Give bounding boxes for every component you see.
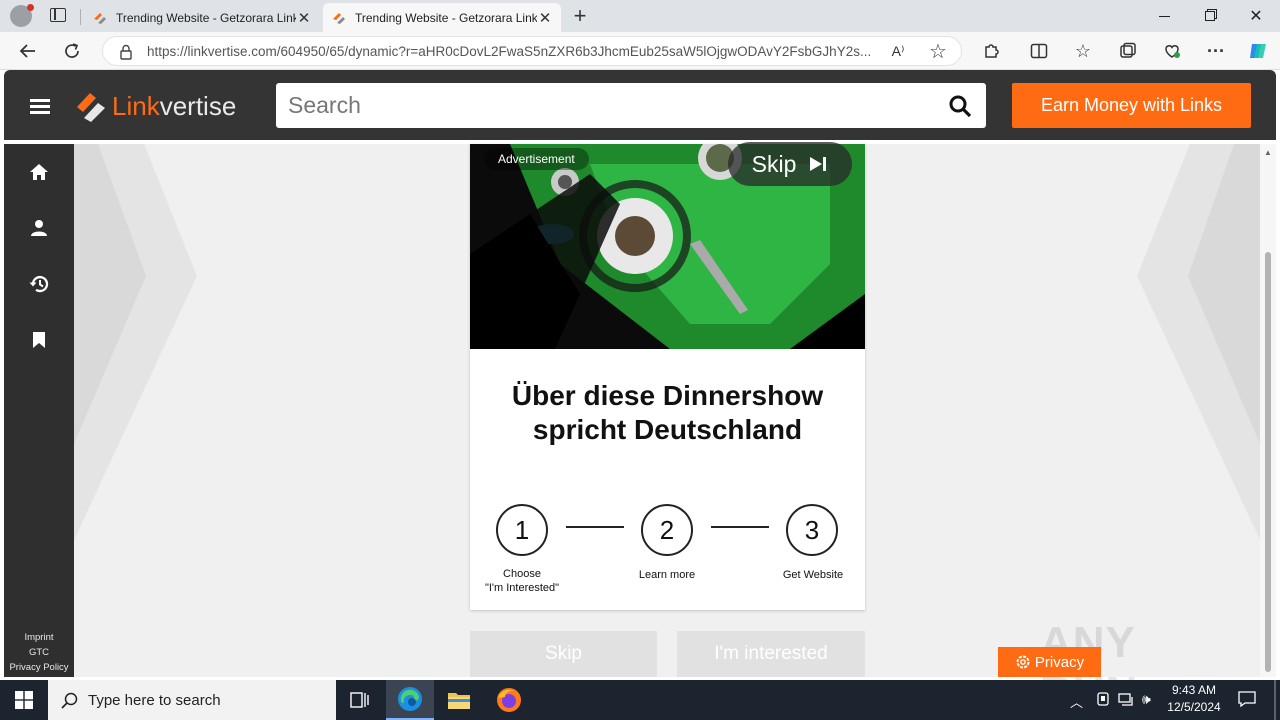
favorites-icon[interactable]: ☆ xyxy=(1067,32,1099,70)
taskbar-search-placeholder: Type here to search xyxy=(88,691,221,709)
tab-active[interactable]: Trending Website - Getzorara Link ✕ xyxy=(323,3,561,32)
tab-title: Trending Website - Getzorara Link xyxy=(355,10,537,25)
tray-overflow-chevron-icon[interactable]: ︿ xyxy=(1070,692,1083,711)
address-bar[interactable]: https://linkvertise.com/604950/65/dynami… xyxy=(102,36,962,66)
taskbar-search-icon xyxy=(61,692,78,709)
task-view-icon[interactable] xyxy=(336,680,384,720)
extensions-icon[interactable] xyxy=(975,32,1007,70)
sidebar-item-bookmarks[interactable] xyxy=(4,320,74,360)
logo-text-link: Link xyxy=(112,91,160,121)
imprint-link[interactable]: Imprint xyxy=(4,632,74,643)
lock-icon[interactable] xyxy=(119,44,133,60)
new-tab-icon[interactable]: + xyxy=(568,3,592,28)
firefox-icon[interactable] xyxy=(485,680,533,720)
edge-taskbar-icon[interactable] xyxy=(386,680,434,720)
history-icon xyxy=(29,275,49,293)
tab-actions-icon[interactable] xyxy=(50,8,66,22)
show-desktop-strip[interactable] xyxy=(1274,680,1276,720)
read-aloud-icon[interactable]: A⁾ xyxy=(882,32,914,70)
ad-headline[interactable]: Über diese Dinnershow spricht Deutschlan… xyxy=(490,379,845,447)
skip-next-icon xyxy=(810,157,827,171)
tab-title: Trending Website - Getzorara Link xyxy=(116,10,296,25)
privacy-settings-button[interactable]: Privacy xyxy=(998,647,1101,677)
notification-center-icon[interactable] xyxy=(1238,690,1256,713)
minimize-icon[interactable] xyxy=(1141,0,1187,32)
linkvertise-favicon xyxy=(333,12,345,24)
refresh-icon[interactable] xyxy=(56,32,88,70)
ad-card: Advertisement Skip Über diese Dinnershow… xyxy=(470,142,865,610)
headline-line2: spricht Deutschland xyxy=(532,414,803,445)
browser-tab-bar: Trending Website - Getzorara Link ✕ Tren… xyxy=(0,0,1280,32)
step-3-number: 3 xyxy=(804,514,820,545)
step-2-label: Learn more xyxy=(638,569,696,581)
bookmark-icon xyxy=(33,332,45,348)
copilot-icon[interactable] xyxy=(1242,32,1274,70)
close-window-icon[interactable]: ✕ xyxy=(1233,0,1279,32)
advertisement-label: Advertisement xyxy=(484,148,589,170)
gtc-link[interactable]: GTC xyxy=(4,647,74,658)
url-text: https://linkvertise.com/604950/65/dynami… xyxy=(147,43,872,59)
privacy-policy-link[interactable]: Privacy Policy xyxy=(4,662,74,673)
clock-time: 9:43 AM xyxy=(1171,683,1217,697)
page-scrollbar[interactable]: ▲ xyxy=(1260,144,1276,677)
search-icon[interactable] xyxy=(948,94,972,118)
browser-toolbar: https://linkvertise.com/604950/65/dynami… xyxy=(0,32,1280,70)
linkvertise-favicon xyxy=(94,12,106,24)
scrollbar-thumb[interactable] xyxy=(1265,252,1271,672)
windows-start-icon[interactable] xyxy=(0,680,48,720)
user-icon xyxy=(31,220,47,236)
logo-mark-icon xyxy=(77,93,105,122)
favorite-star-icon[interactable]: ☆ xyxy=(922,32,954,70)
step-connector xyxy=(711,526,769,528)
step-3-label: Get Website xyxy=(782,569,844,581)
tab-inactive[interactable]: Trending Website - Getzorara Link ✕ xyxy=(84,3,320,32)
logo-text-vertise: vertise xyxy=(159,91,237,121)
clock-date: 12/5/2024 xyxy=(1167,700,1221,714)
sidebar-item-home[interactable] xyxy=(4,152,74,192)
sidebar-item-history[interactable] xyxy=(4,264,74,304)
tab-close-icon[interactable]: ✕ xyxy=(537,9,553,27)
site-sidebar: Imprint GTC Privacy Policy xyxy=(4,144,74,677)
interested-button[interactable]: I'm interested xyxy=(677,631,865,677)
sidebar-item-profile[interactable] xyxy=(4,208,74,248)
volume-icon[interactable]: 🕪 xyxy=(1142,691,1151,708)
site-search-input[interactable]: Search xyxy=(276,83,986,128)
tray-security-icon[interactable] xyxy=(1096,691,1110,712)
profile-avatar[interactable] xyxy=(10,4,34,27)
step-3-circle: 3 xyxy=(786,504,838,556)
file-explorer-icon[interactable] xyxy=(435,680,483,720)
step-1-circle: 1 xyxy=(496,504,548,556)
split-screen-icon[interactable] xyxy=(1023,32,1055,70)
skip-button[interactable]: Skip xyxy=(470,631,657,677)
step-2-circle: 2 xyxy=(641,504,693,556)
hamburger-menu-icon[interactable] xyxy=(30,99,50,114)
ad-skip-label: Skip xyxy=(751,150,797,177)
privacy-label: Privacy xyxy=(1034,653,1085,671)
home-icon xyxy=(30,164,48,180)
more-menu-icon[interactable]: ··· xyxy=(1200,32,1232,70)
step-1-number: 1 xyxy=(514,514,530,545)
restore-icon[interactable] xyxy=(1187,0,1233,32)
gear-icon xyxy=(1016,655,1030,669)
search-placeholder: Search xyxy=(288,92,361,118)
earn-money-button[interactable]: Earn Money with Links xyxy=(1012,83,1251,128)
taskbar-search-box[interactable]: Type here to search xyxy=(48,680,336,720)
system-clock[interactable]: 9:43 AM 12/5/2024 xyxy=(1160,682,1228,716)
scroll-up-icon[interactable]: ▲ xyxy=(1264,148,1272,157)
step-2-number: 2 xyxy=(659,514,675,545)
ad-skip-button[interactable]: Skip xyxy=(728,142,852,186)
tab-close-icon[interactable]: ✕ xyxy=(296,9,312,27)
collections-icon[interactable] xyxy=(1112,32,1144,70)
step-connector xyxy=(566,526,624,528)
headline-line1: Über diese Dinnershow xyxy=(511,380,824,411)
step-1-label: Choose "I'm Interested" xyxy=(484,568,560,594)
browser-essentials-icon[interactable] xyxy=(1156,32,1188,70)
back-icon[interactable] xyxy=(12,32,44,70)
linkvertise-logo[interactable]: Linkvertise xyxy=(74,88,254,124)
network-icon[interactable] xyxy=(1118,692,1136,713)
